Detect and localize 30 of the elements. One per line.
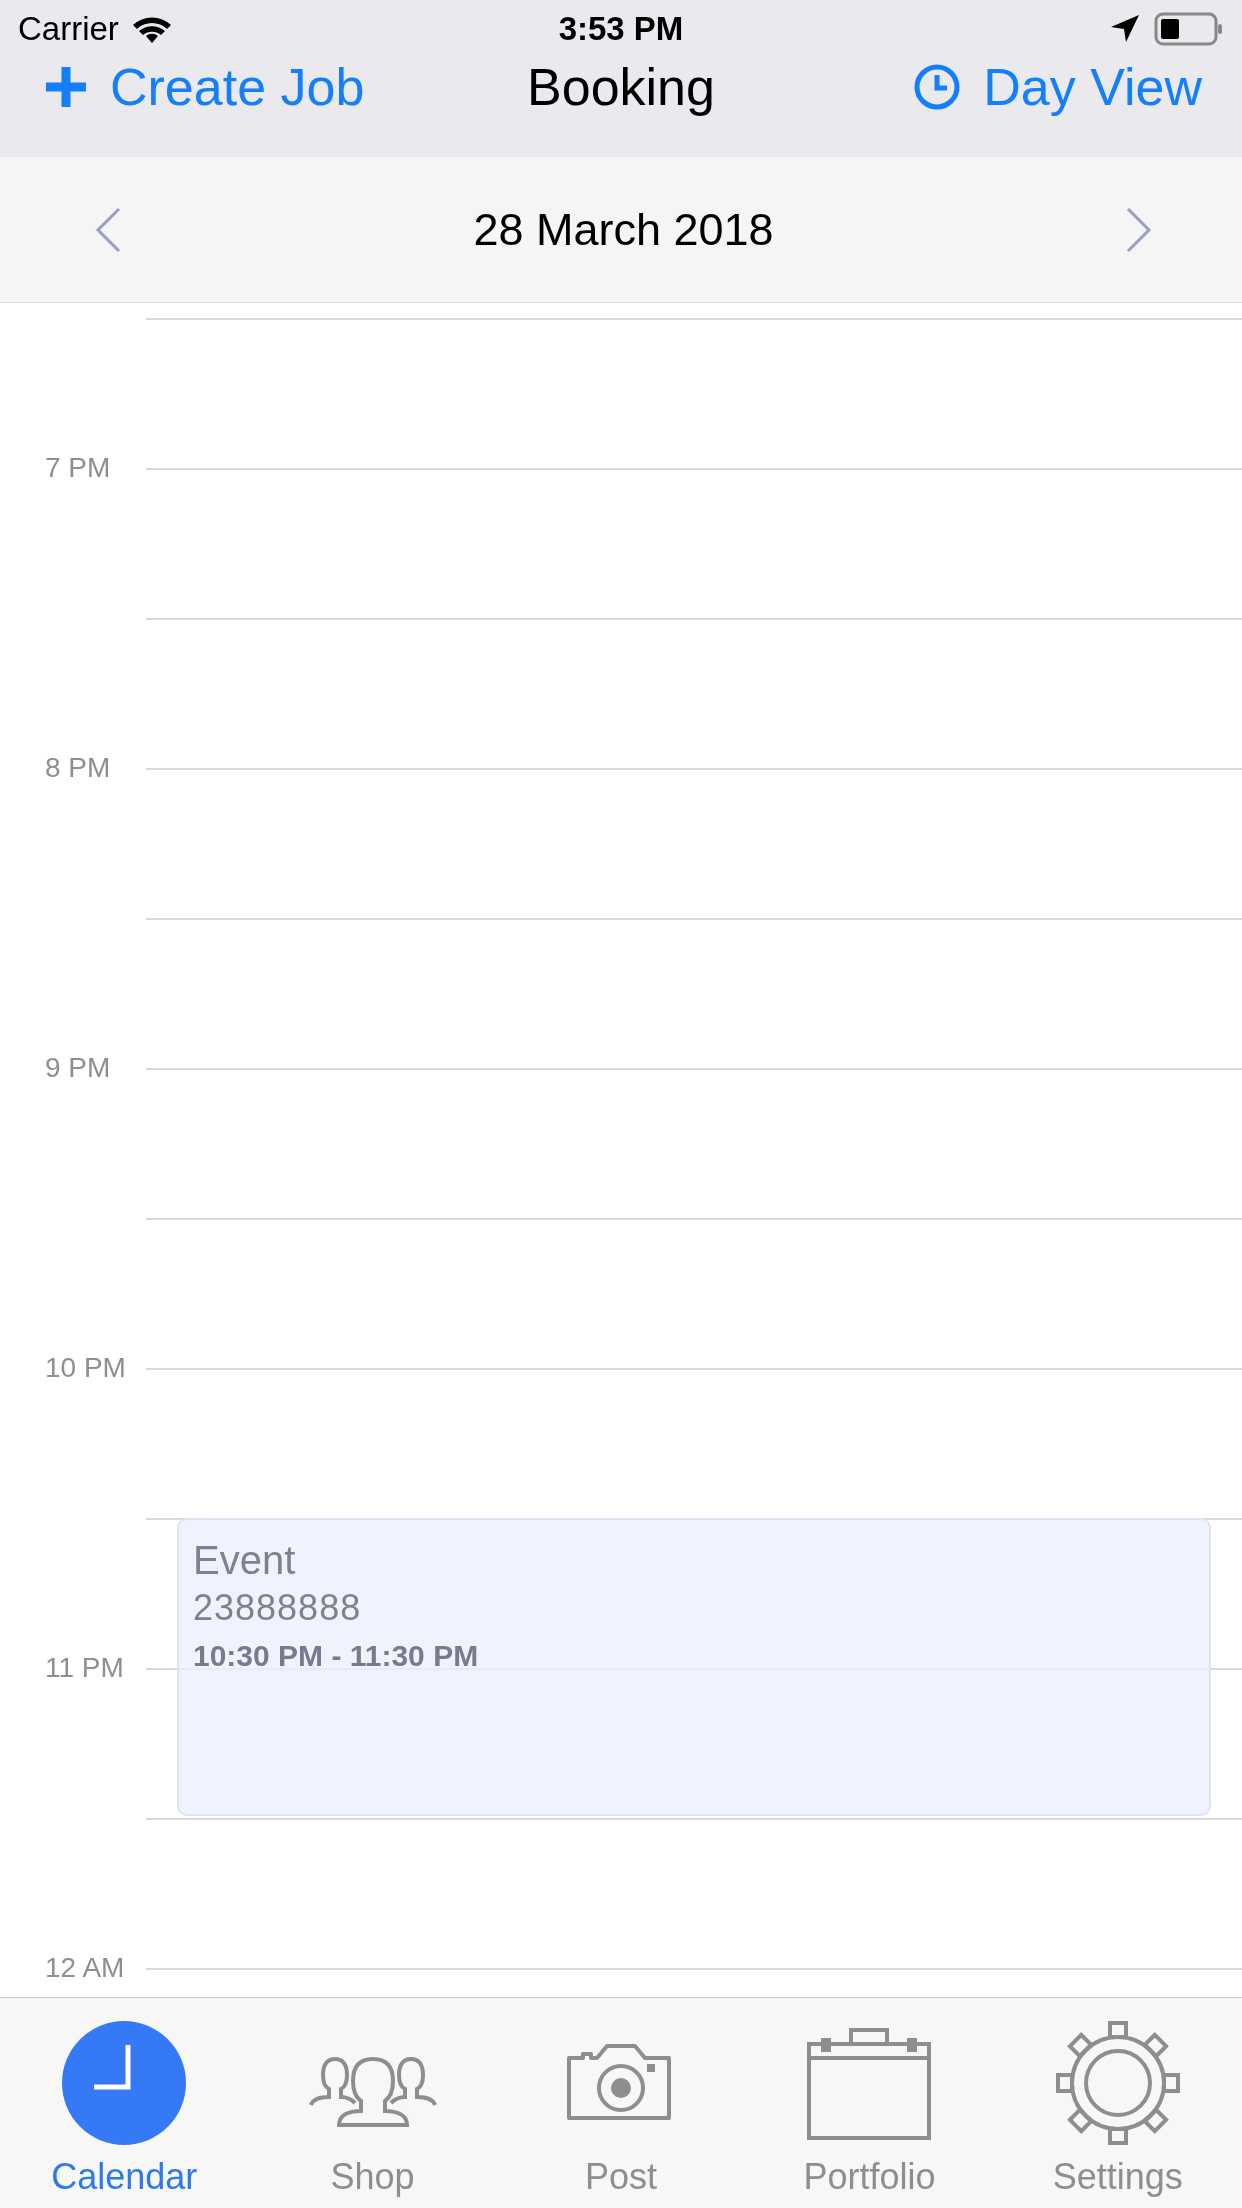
date-label: 28 March 2018: [473, 203, 774, 256]
hour-label: 7 PM: [45, 452, 111, 483]
plus-icon: [44, 65, 88, 109]
hour-label: 10 PM: [45, 1352, 126, 1383]
hour-label: 12 AM: [45, 1952, 125, 1983]
location-icon: [1110, 13, 1140, 44]
clock-icon: [62, 2021, 187, 2145]
event-title: Event: [193, 1538, 296, 1583]
status-time: 3:53 PM: [558, 9, 684, 47]
event-time: 10:30 PM - 11:30 PM: [193, 1639, 479, 1673]
hour-label: 11 PM: [45, 1652, 124, 1683]
carrier-label: Carrier: [18, 9, 119, 48]
battery-icon: [1154, 11, 1224, 46]
create-job-button[interactable]: Create Job: [44, 57, 365, 117]
screen-title: Booking: [527, 58, 715, 116]
tab-item[interactable]: Portfolio: [745, 1998, 994, 2208]
event-card[interactable]: Event 23888888 10:30 PM - 11:30 PM: [177, 1518, 1211, 1816]
event-subtitle: 23888888: [193, 1587, 362, 1629]
previous-day-button[interactable]: [95, 206, 121, 253]
tab-item[interactable]: Shop: [248, 1998, 497, 2208]
day-view-button[interactable]: Day View: [913, 57, 1202, 117]
tab-item[interactable]: Post: [496, 1998, 746, 2208]
briefcase-icon: [807, 2026, 932, 2140]
hour-label: 8 PM: [45, 752, 111, 783]
tab-item[interactable]: Calendar: [0, 1998, 249, 2208]
next-day-button[interactable]: [1126, 206, 1152, 253]
tab-item[interactable]: Settings: [993, 1998, 1242, 2208]
hour-label: 9 PM: [45, 1052, 111, 1083]
gear-icon: [1055, 2021, 1180, 2145]
clock-icon: [913, 63, 962, 111]
